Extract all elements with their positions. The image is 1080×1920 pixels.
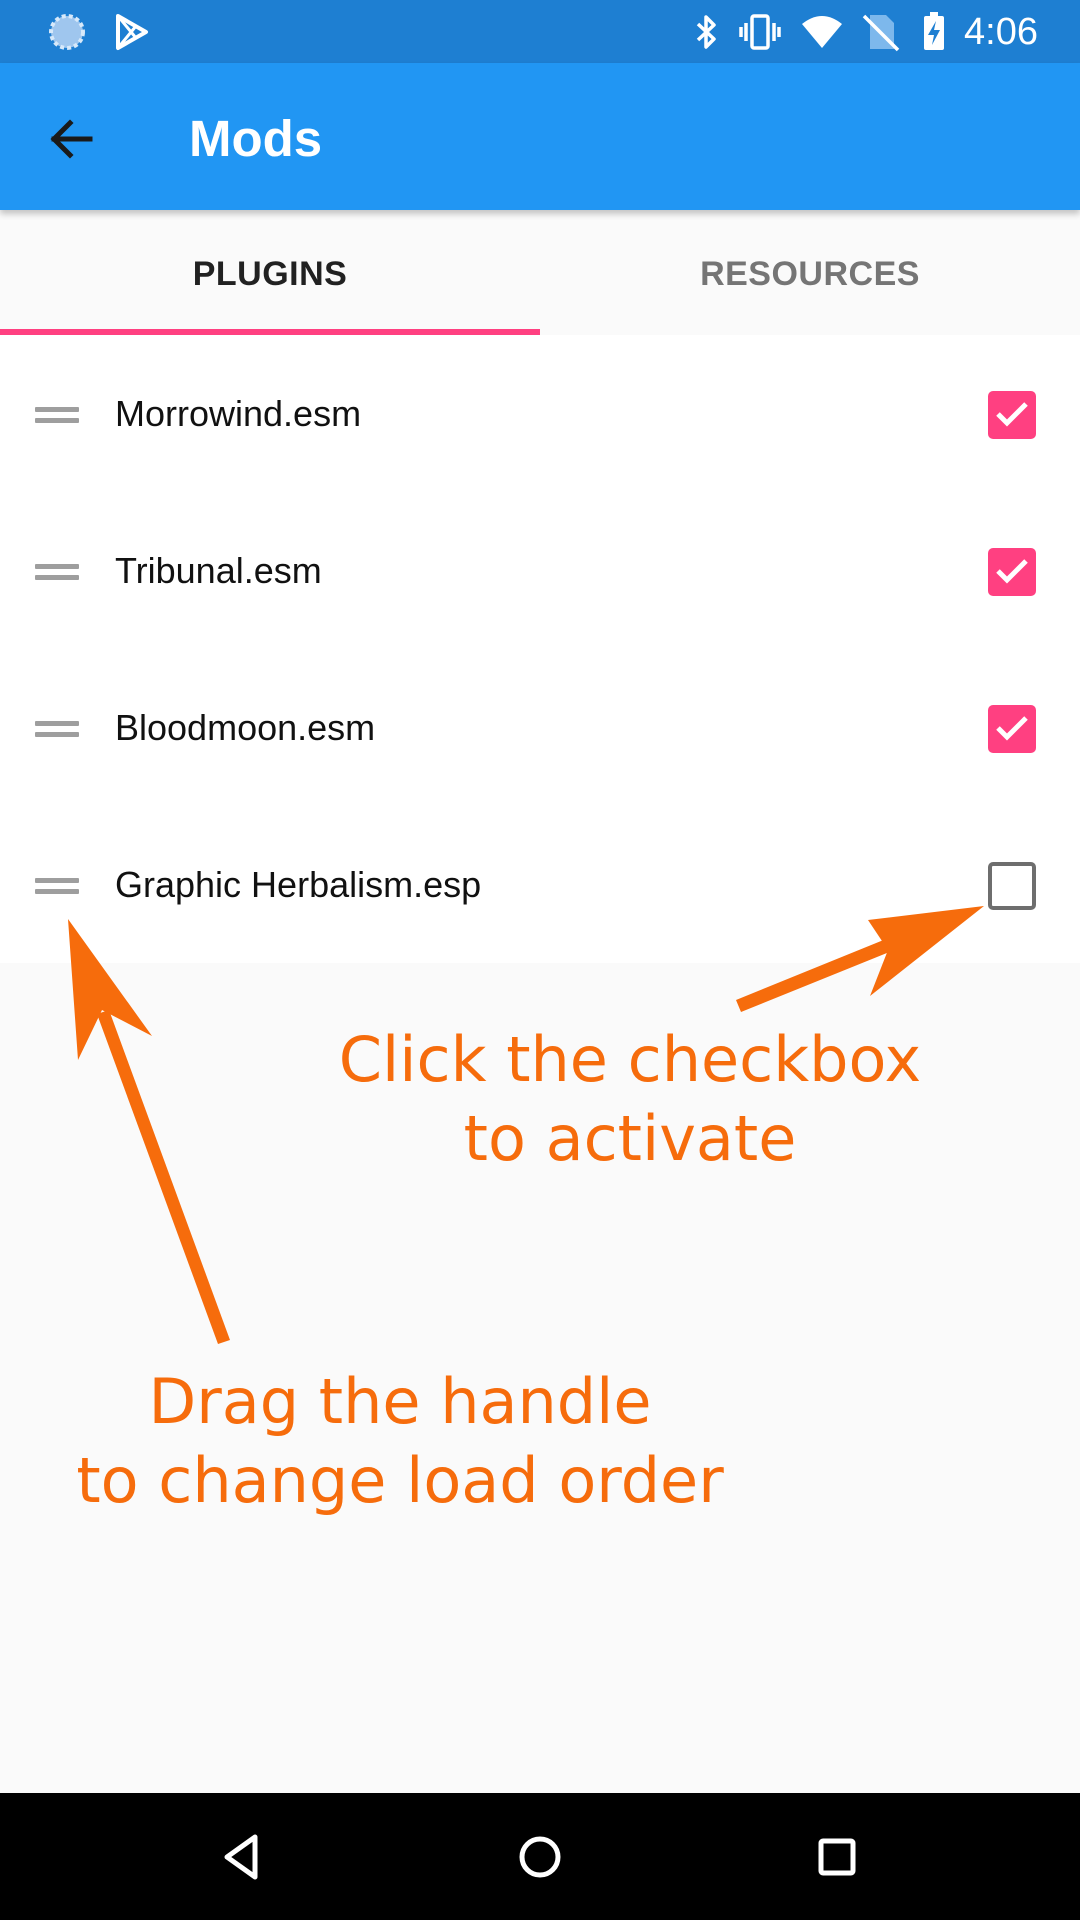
plugin-checkbox[interactable] — [988, 862, 1036, 910]
list-item: Bloodmoon.esm — [0, 649, 1080, 806]
plugin-name: Graphic Herbalism.esp — [115, 864, 482, 905]
check-icon — [996, 716, 1028, 741]
vibrate-icon — [739, 14, 781, 50]
plugin-checkbox[interactable] — [988, 391, 1036, 439]
handle-hint: Drag the handle to change load order — [40, 1362, 760, 1520]
plugin-name: Tribunal.esm — [115, 550, 322, 591]
plugin-name: Morrowind.esm — [115, 393, 362, 434]
play-store-icon — [116, 14, 148, 50]
status-clock: 4:06 — [964, 11, 1038, 53]
page-title: Mods — [189, 110, 323, 167]
plugin-checkbox[interactable] — [988, 548, 1036, 596]
handle-arrow-shaft — [97, 1010, 230, 1344]
checkbox-hint: Click the checkbox to activate — [300, 1020, 960, 1178]
plugin-list: Morrowind.esm Tribunal.esm Bloodmoon.esm… — [0, 335, 1080, 963]
check-icon — [996, 559, 1028, 584]
wifi-icon — [802, 16, 842, 48]
tab-plugins[interactable]: PLUGINS — [0, 210, 540, 335]
list-item: Morrowind.esm — [0, 335, 1080, 492]
drag-handle-icon[interactable] — [35, 403, 79, 427]
loading-spinner-icon — [49, 14, 85, 50]
checkbox-hint-line: Click the checkbox — [338, 1023, 922, 1096]
check-icon — [996, 402, 1028, 427]
no-sim-icon — [862, 14, 900, 52]
status-bar: 4:06 — [0, 0, 1080, 63]
handle-hint-line: to change load order — [76, 1444, 724, 1517]
drag-handle-icon[interactable] — [35, 560, 79, 584]
drag-handle-icon[interactable] — [35, 717, 79, 741]
app-bar: Mods — [0, 63, 1080, 210]
list-item: Graphic Herbalism.esp — [0, 806, 1080, 963]
bluetooth-icon — [696, 15, 716, 49]
back-triangle-icon[interactable] — [205, 1821, 277, 1893]
recents-square-icon[interactable] — [801, 1821, 873, 1893]
tab-resources[interactable]: RESOURCES — [540, 210, 1080, 335]
navigation-bar — [0, 1793, 1080, 1920]
checkbox-hint-line: to activate — [463, 1102, 797, 1175]
home-circle-icon[interactable] — [504, 1821, 576, 1893]
plugin-checkbox[interactable] — [988, 705, 1036, 753]
list-item: Tribunal.esm — [0, 492, 1080, 649]
arrow-back-icon[interactable] — [40, 107, 104, 171]
handle-hint-line: Drag the handle — [148, 1365, 652, 1438]
battery-charging-icon — [924, 12, 944, 50]
plugin-name: Bloodmoon.esm — [115, 707, 376, 748]
drag-handle-icon[interactable] — [35, 874, 79, 898]
tab-bar: PLUGINS RESOURCES — [0, 210, 1080, 335]
